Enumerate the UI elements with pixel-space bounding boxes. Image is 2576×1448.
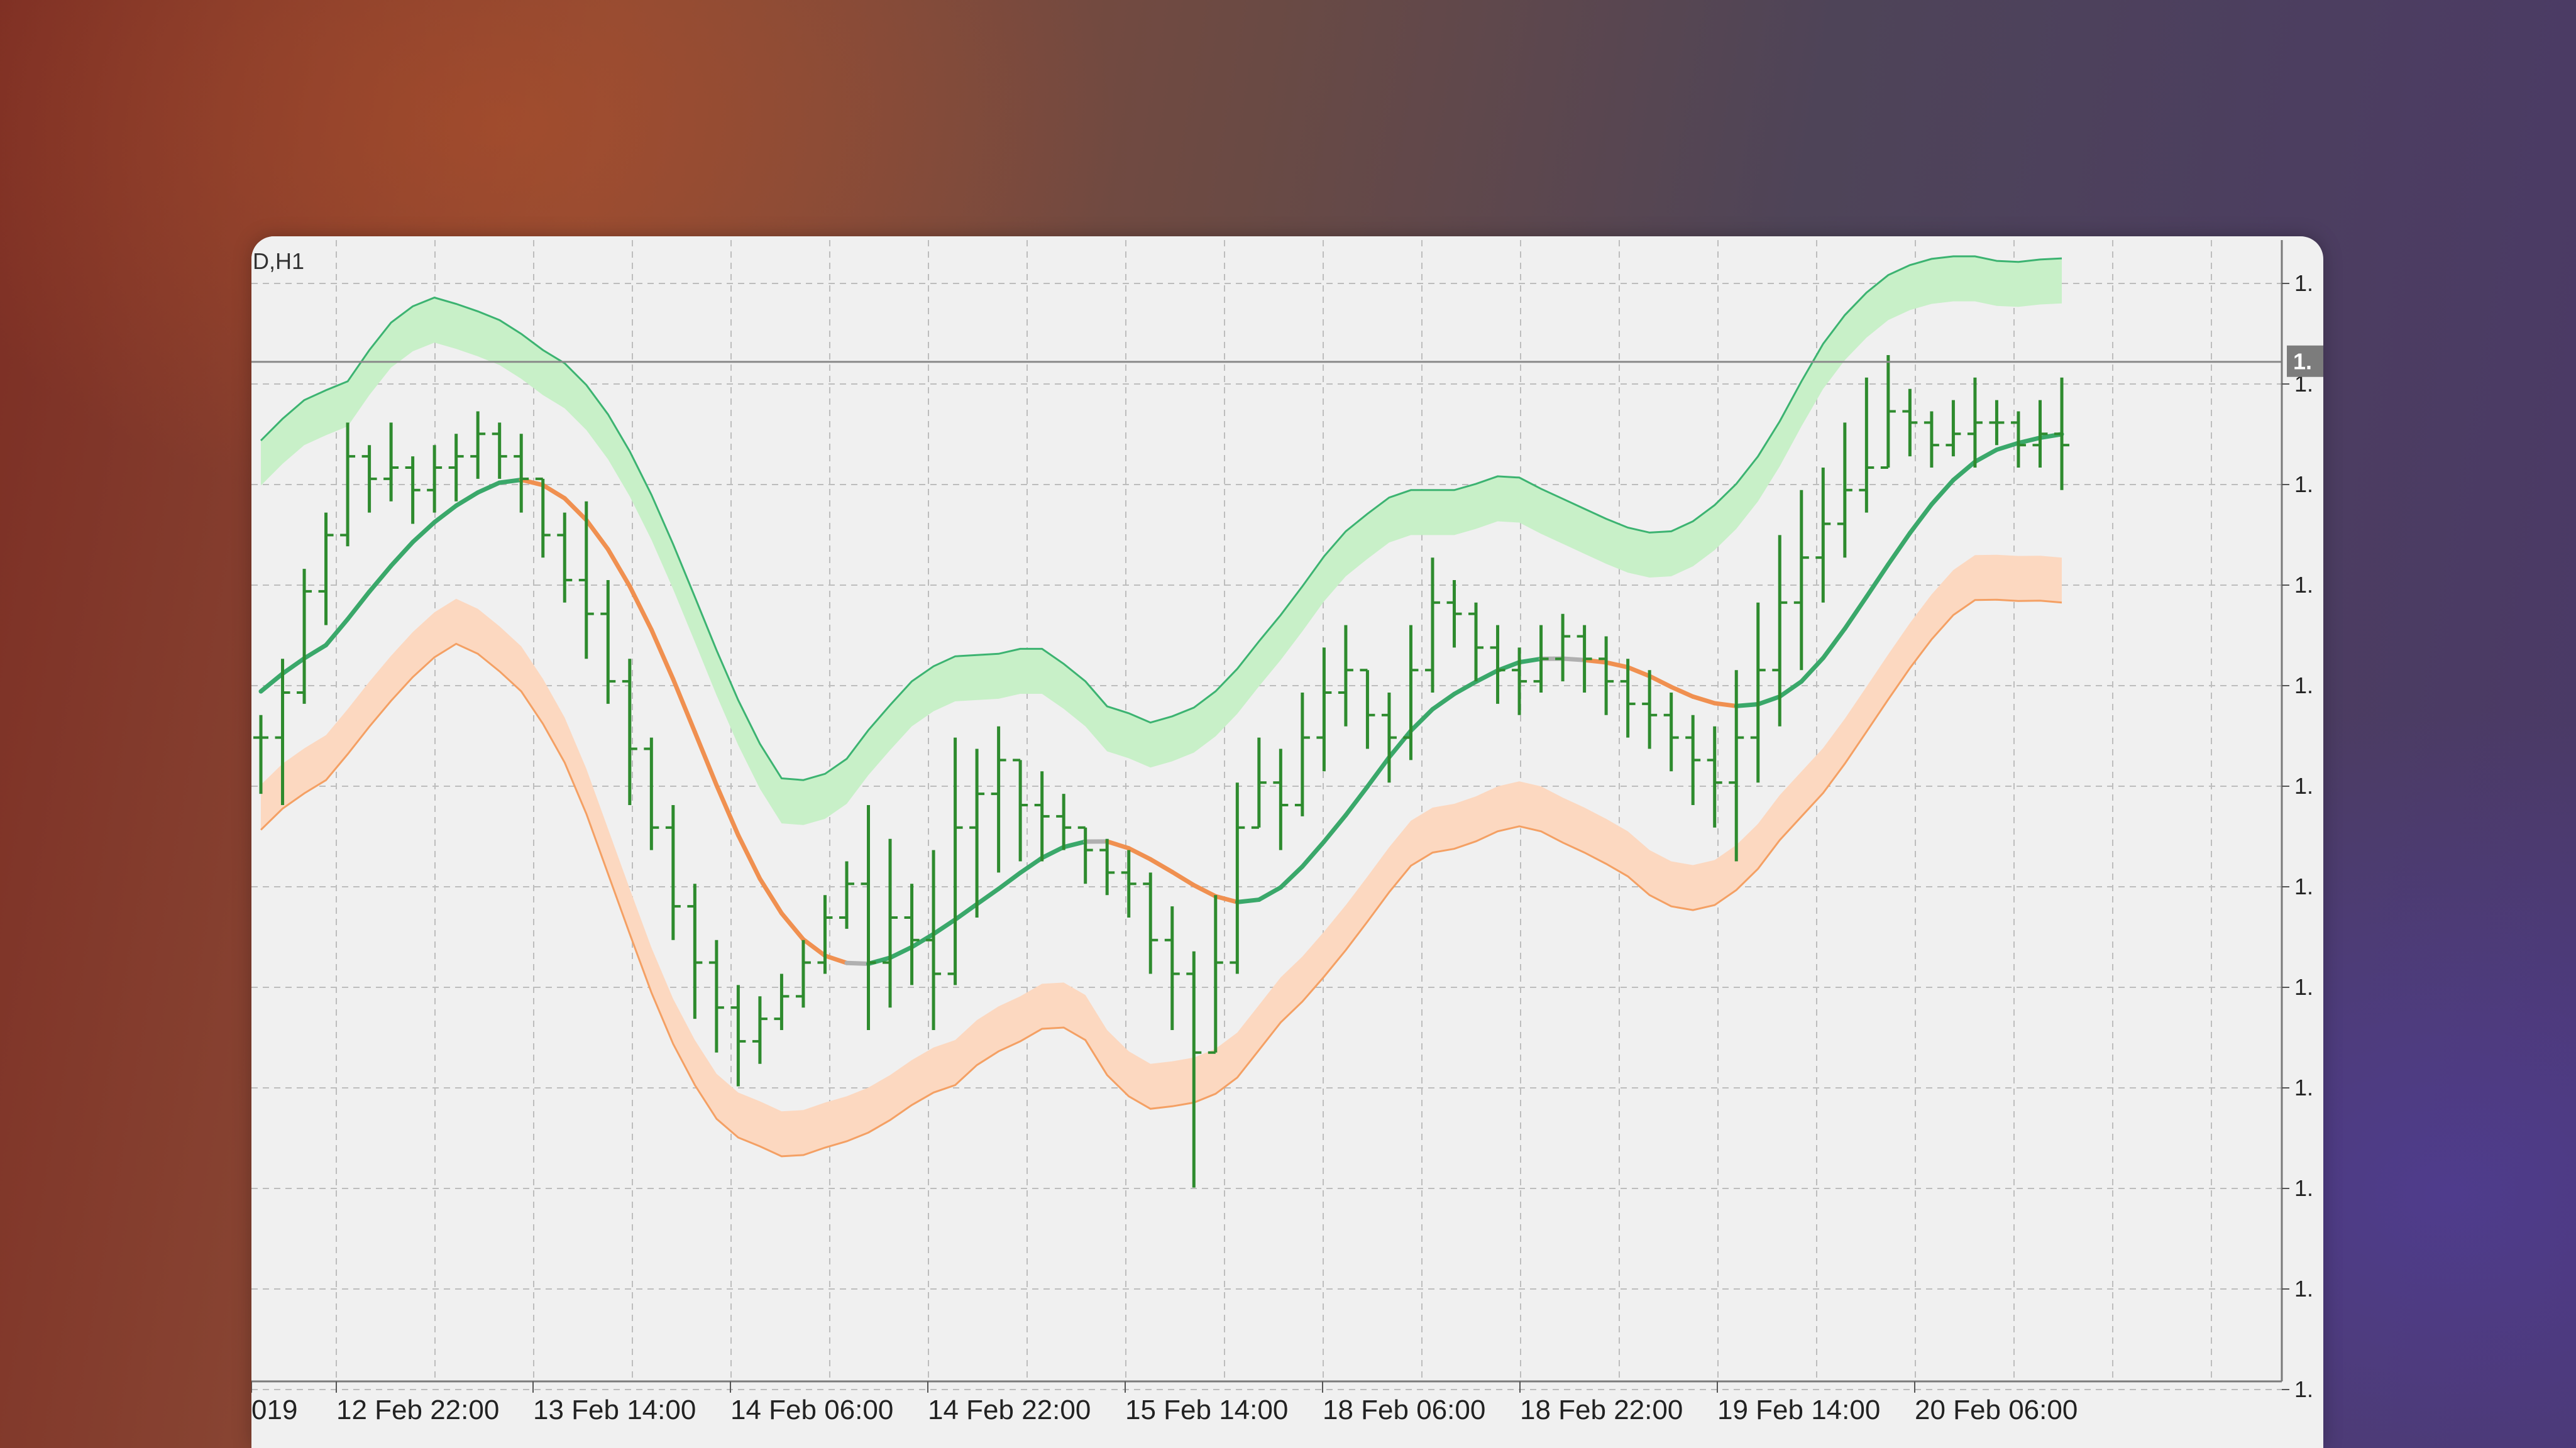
x-tick-label: 18 Feb 22:00 xyxy=(1520,1395,1683,1425)
y-tick-label: 1. xyxy=(2294,672,2313,698)
price-chart[interactable]: 1.1.1.1.1.1.1.1.1.1.1.1.1. 019 12 Feb 22:… xyxy=(251,236,2323,1448)
x-tick-label: 019 xyxy=(251,1395,297,1425)
x-tick-label: 14 Feb 22:00 xyxy=(928,1395,1091,1425)
plot-area[interactable] xyxy=(251,236,2282,1380)
ma-segment xyxy=(1712,701,1739,708)
y-tick-label: 1. xyxy=(2294,1276,2313,1302)
time-axis: 019 12 Feb 22:00 13 Feb 14:00 14 Feb 06:00 1… xyxy=(251,1381,2078,1425)
y-tick-label: 1. xyxy=(2294,1376,2313,1402)
y-tick-label: 1. xyxy=(2294,874,2313,899)
chart-window[interactable]: 1. 1. 1. 1. 1. 1. 1. 1. 1. 1. 1. 1. 1. 019 12 Feb 22:… xyxy=(251,236,2323,1448)
symbol-label: D,H1 xyxy=(253,248,304,274)
x-tick-label: 14 Feb 06:00 xyxy=(730,1395,893,1425)
y-tick-label: 1. xyxy=(2294,974,2313,1000)
x-tick-label: 19 Feb 14:00 xyxy=(1717,1395,1880,1425)
y-tick-label: 1. xyxy=(2294,1175,2313,1201)
x-tick-label: 18 Feb 06:00 xyxy=(1323,1395,1485,1425)
y-tick-label: 1. xyxy=(2294,270,2313,296)
y-tick-label: 1. xyxy=(2294,471,2313,497)
y-tick-label: 1. xyxy=(2294,773,2313,799)
ma-segment xyxy=(1734,702,1761,708)
x-tick-label: 15 Feb 14:00 xyxy=(1125,1395,1288,1425)
ma-segment xyxy=(1560,656,1587,662)
x-tick-label: 12 Feb 22:00 xyxy=(336,1395,499,1425)
current-price-label: 1. xyxy=(2293,349,2312,375)
x-tick-label: 13 Feb 14:00 xyxy=(533,1395,696,1425)
ma-segment xyxy=(1235,897,1262,904)
x-tick-label: 20 Feb 06:00 xyxy=(1915,1395,2078,1425)
ma-segment xyxy=(1582,657,1609,665)
y-tick-label: 1. xyxy=(2294,1075,2313,1100)
price-axis: 1.1.1.1.1.1.1.1.1.1.1.1.1. xyxy=(2282,270,2323,1402)
y-tick-label: 1. xyxy=(2294,572,2313,598)
ma-segment xyxy=(497,477,524,485)
